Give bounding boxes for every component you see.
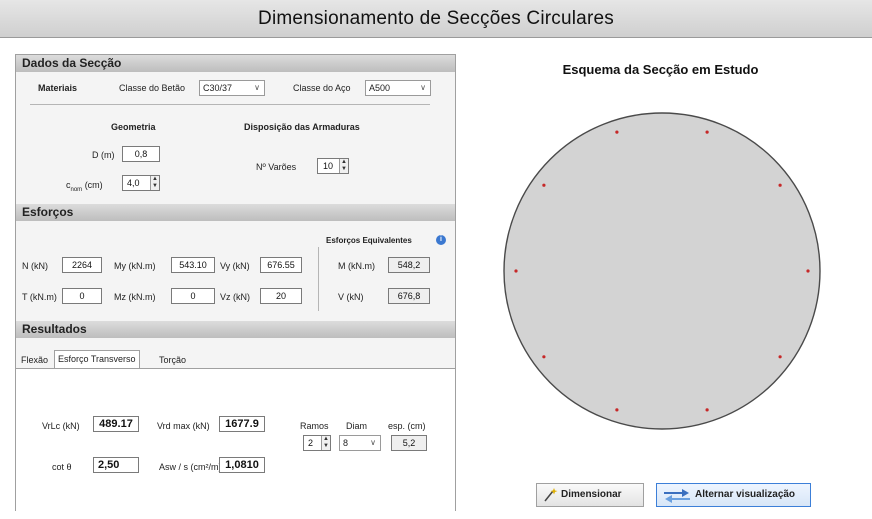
rebar-dot [705,408,709,412]
n-input[interactable]: 2264 [62,257,102,273]
input-panel: Dados da Secção Materiais Classe do Betã… [15,54,456,511]
betao-class-select[interactable]: C30/37 ∨ [199,80,265,96]
betao-class-label: Classe do Betão [119,83,186,93]
asw-output: 1,0810 [219,457,265,473]
n-label: N (kN) [22,261,48,271]
asw-label: Asw / s (cm²/m) [159,462,222,472]
vrdc-label: VrLc (kN) [42,421,80,431]
rebar-dot [705,130,709,134]
esp-output: 5,2 [391,435,427,451]
dimensionar-label: Dimensionar [561,489,622,500]
chevron-down-icon: ∨ [420,83,426,92]
tab-pane-esforco-transverso: VrLc (kN) 489.17 Vrd max (kN) 1677.9 Ram… [16,368,455,511]
rebar-dot [542,355,546,359]
section-header-dados: Dados da Secção [16,55,455,72]
cover-stepper[interactable]: 4,0 ▲ ▼ [122,175,160,191]
armaduras-title: Disposição das Armaduras [244,122,360,132]
info-icon[interactable]: i [436,235,446,245]
stepper-arrows-icon[interactable]: ▲ ▼ [150,176,159,190]
chevron-down-icon: ∨ [254,83,260,92]
t-label: T (kN.m) [22,292,57,302]
equivalent-forces-title: Esforços Equivalentes [326,236,412,245]
aco-class-select[interactable]: A500 ∨ [365,80,431,96]
diameter-label: D (m) [92,150,115,160]
bar-count-stepper[interactable]: 10 ▲ ▼ [317,158,349,174]
alternar-visualizacao-button[interactable]: Alternar visualização [656,483,811,507]
aco-class-label: Classe do Aço [293,83,351,93]
stepper-arrows-icon[interactable]: ▲ ▼ [321,436,330,450]
wand-icon [544,488,558,502]
divider [318,247,319,311]
cover-value: 4,0 [127,178,140,188]
materiais-label: Materiais [38,83,78,93]
mz-input[interactable]: 0 [171,288,215,304]
swap-arrows-icon [664,489,690,503]
ramos-value: 2 [308,438,314,448]
rebar-dot [806,269,810,273]
esp-label: esp. (cm) [388,421,426,431]
rebar-dot [778,355,782,359]
bar-count-value: 10 [323,161,334,171]
my-input[interactable]: 543.10 [171,257,215,273]
my-label: My (kN.m) [114,261,156,271]
bar-count-label: Nº Varões [256,162,297,172]
stepper-arrows-icon[interactable]: ▲ ▼ [339,159,348,173]
tab-esforco-transverso[interactable]: Esforço Transverso [54,350,140,370]
cover-label-unit: (cm) [84,180,103,190]
geometria-title: Geometria [111,122,156,132]
section-drawing [503,112,821,430]
divider [30,104,430,105]
diam-value: 8 [343,438,349,448]
chevron-down-icon: ∨ [370,438,376,447]
scheme-title: Esquema da Secção em Estudo [562,62,759,77]
ramos-stepper[interactable]: 2 ▲ ▼ [303,435,331,451]
v-output: 676,8 [388,288,430,304]
diameter-input[interactable]: 0,8 [122,146,160,162]
cover-label-sub: nom [70,186,83,193]
section-circle [503,112,821,430]
mz-label: Mz (kN.m) [114,292,156,302]
rebar-dot [542,183,546,187]
t-input[interactable]: 0 [62,288,102,304]
rebar-dot [615,130,619,134]
diam-label: Diam [346,421,368,431]
cover-label: cnom (cm) [66,180,103,193]
dimensionar-button[interactable]: Dimensionar [536,483,644,507]
diam-select[interactable]: 8 ∨ [339,435,381,451]
vz-label: Vz (kN) [220,292,250,302]
rebar-dot [615,408,619,412]
cot-input[interactable]: 2,50 [93,457,139,473]
betao-class-value: C30/37 [203,83,233,93]
aco-class-value: A500 [369,83,391,93]
tab-torcao[interactable]: Torção [156,352,189,368]
vz-input[interactable]: 20 [260,288,302,304]
window-titlebar: Dimensionamento de Secções Circulares [0,0,872,38]
section-header-esforcos: Esforços [16,204,455,221]
v-label: V (kN) [338,292,364,302]
results-tabs: Flexão Esforço Transverso Torção [16,350,455,370]
m-label: M (kN.m) [338,261,375,271]
vrdc-output: 489.17 [93,416,139,432]
cot-label: cot θ [52,462,72,472]
rebar-dot [778,183,782,187]
ramos-label: Ramos [300,421,329,431]
section-header-resultados: Resultados [16,321,455,338]
vrdmax-output: 1677.9 [219,416,265,432]
tab-flexao[interactable]: Flexão [18,352,51,368]
alternar-label: Alternar visualização [695,489,796,500]
m-output: 548,2 [388,257,430,273]
vrdmax-label: Vrd max (kN) [157,421,210,431]
vy-input[interactable]: 676.55 [260,257,302,273]
window-title: Dimensionamento de Secções Circulares [258,8,614,29]
rebar-dot [514,269,518,273]
vy-label: Vy (kN) [220,261,250,271]
